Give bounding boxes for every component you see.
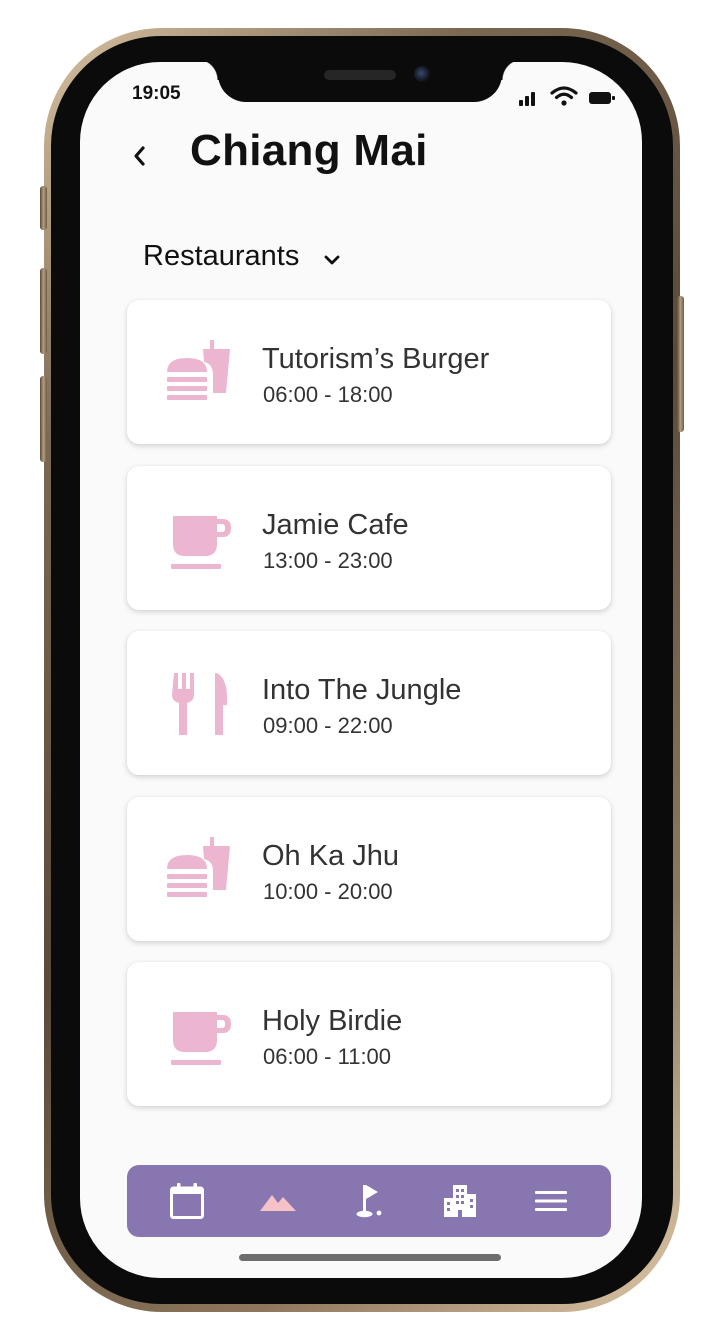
nav-menu[interactable] <box>525 1175 577 1227</box>
volume-down-button <box>40 376 47 462</box>
status-icons <box>518 84 616 106</box>
back-button[interactable] <box>124 136 154 176</box>
nav-mountain[interactable] <box>252 1175 304 1227</box>
chevron-left-icon <box>134 146 145 166</box>
nav-calendar[interactable] <box>161 1175 213 1227</box>
category-label: Restaurants <box>143 240 300 272</box>
place-hours: 06:00 - 11:00 <box>263 1044 392 1069</box>
place-name: Jamie Cafe <box>262 508 409 541</box>
silent-switch <box>40 186 47 230</box>
place-hours: 13:00 - 23:00 <box>263 547 393 573</box>
place-card[interactable]: Jamie Cafe 13:00 - 23:00 <box>127 465 611 610</box>
coffee-cup-icon <box>171 1012 231 1065</box>
status-time: 19:05 <box>132 83 181 104</box>
coffee-cup-icon <box>171 515 231 569</box>
place-name: Oh Ka Jhu <box>262 839 400 872</box>
place-card[interactable]: Tutorism’s Burger 06:00 - 18:00 <box>127 300 611 444</box>
page-title: Chiang Mai <box>190 126 428 175</box>
city-icon <box>444 1185 477 1217</box>
nav-city[interactable] <box>434 1175 486 1227</box>
golf-icon <box>356 1185 382 1218</box>
nav-golf[interactable] <box>343 1175 395 1227</box>
place-card[interactable]: Into The Jungle 09:00 - 22:00 <box>127 631 611 775</box>
front-camera <box>414 66 430 82</box>
place-list: Tutorism’s Burger 06:00 - 18:00 Jamie Ca… <box>127 300 611 1128</box>
place-hours: 09:00 - 22:00 <box>263 713 393 738</box>
battery-icon <box>589 92 615 104</box>
place-name: Holy Birdie <box>262 1005 403 1037</box>
calendar-icon <box>169 1183 204 1219</box>
home-indicator <box>239 1254 501 1261</box>
power-button <box>677 296 684 432</box>
place-hours: 10:00 - 20:00 <box>263 878 393 904</box>
app-screen: 19:05 Chiang Mai Restaurants Tutorism’s … <box>80 62 642 1278</box>
menu-icon <box>535 1191 568 1211</box>
place-card[interactable]: Holy Birdie 06:00 - 11:00 <box>127 962 611 1106</box>
bottom-nav <box>127 1165 611 1237</box>
place-name: Into The Jungle <box>262 674 462 706</box>
wifi-icon <box>550 86 578 106</box>
volume-up-button <box>40 268 47 354</box>
signal-icon <box>519 92 535 106</box>
speaker <box>324 70 396 80</box>
fast-food-icon <box>167 836 230 897</box>
category-dropdown[interactable]: Restaurants <box>143 240 341 273</box>
place-name: Tutorism’s Burger <box>262 343 490 375</box>
fork-knife-icon <box>172 673 227 735</box>
mountain-icon <box>259 1195 296 1211</box>
fast-food-icon <box>167 340 230 400</box>
place-hours: 06:00 - 18:00 <box>263 382 393 407</box>
notch <box>197 62 523 102</box>
place-card[interactable]: Oh Ka Jhu 10:00 - 20:00 <box>127 796 611 941</box>
chevron-down-icon <box>324 255 340 264</box>
